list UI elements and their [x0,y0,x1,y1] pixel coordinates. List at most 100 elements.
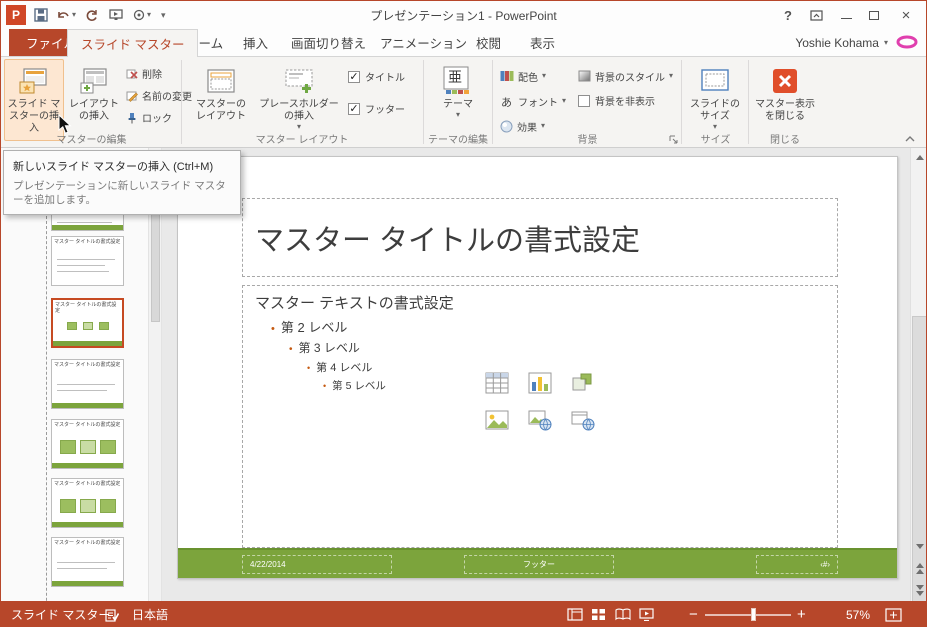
slide-thumbnail[interactable]: マスター タイトルの書式設定 [51,359,124,409]
proofing-button[interactable] [105,601,119,626]
previous-slide-button[interactable] [911,560,926,577]
slide-thumbnail[interactable]: マスター タイトルの書式設定 [51,236,124,286]
insert-chart-icon[interactable] [527,370,553,396]
maximize-button[interactable] [860,1,888,29]
zoom-slider-thumb[interactable] [751,608,756,621]
insert-placeholder-button[interactable]: プレースホルダーの挿入 ▾ [256,59,342,141]
zoom-out-button[interactable]: − [689,601,698,626]
slide-thumbnail[interactable]: マスター タイトルの書式設定 [51,419,124,469]
title-checkbox-label: タイトル [365,73,405,84]
slide-thumbnail[interactable]: マスター タイトルの書式設定 [51,537,124,587]
footer-placeholder[interactable]: フッター [464,555,614,574]
content-placeholder-icons [484,370,596,433]
ribbon-display-options-button[interactable] [802,1,830,29]
colors-icon [500,71,514,81]
chevron-down-icon: ▾ [542,71,547,80]
thumbnail-content-chip [100,499,116,513]
minimize-button[interactable] [832,1,860,29]
themes-button[interactable]: 亜 テーマ ▾ [429,59,487,141]
insert-online-picture-icon[interactable] [527,407,553,433]
scroll-down-button[interactable] [911,538,926,555]
ribbon: スライド マスターの挿入 レイアウトの挿入 削除 名前の変更 ロック マスターの… [1,56,926,148]
insert-slide-master-button[interactable]: スライド マスターの挿入 [4,59,64,141]
scrollbar-thumb[interactable] [912,316,926,626]
slide-thumbnail-pane: マスター タイトルの書式設定 マスター タイトルの書式設定 マスター タイトルの… [1,148,148,626]
group-separator [748,60,749,144]
close-button[interactable]: × [892,1,920,29]
thumbnail-line [57,265,105,266]
close-master-view-label: マスター表示を閉じる [755,99,815,122]
collapse-ribbon-button[interactable] [904,135,916,143]
zoom-slider-track[interactable] [705,614,791,616]
ribbon-display-icon [809,9,823,21]
account-menu[interactable]: Yoshie Kohama ▾ [795,29,888,56]
chevron-down-icon: ▾ [562,96,567,105]
tab-review[interactable]: 校閲 [463,29,514,56]
tab-view[interactable]: 表示 [517,29,568,56]
theme-fonts-button[interactable]: あ フォント ▾ [500,90,566,112]
zoom-in-button[interactable]: + [797,601,806,626]
chevron-down-icon: ▾ [455,110,460,119]
language-indicator[interactable]: 日本語 [132,601,168,626]
tab-slide-master[interactable]: スライド マスター [67,29,199,57]
footer-checkbox[interactable]: ✓ フッター [348,101,405,116]
body-placeholder[interactable]: マスター テキストの書式設定 • 第 2 レベル • 第 3 レベル • 第 4… [242,285,838,548]
svg-text:亜: 亜 [448,69,462,85]
title-placeholder[interactable]: マスター タイトルの書式設定 [242,198,838,277]
thumbnail-label: マスター タイトルの書式設定 [54,239,121,245]
slide-sorter-view-button[interactable] [591,601,606,626]
normal-view-icon [567,608,583,621]
group-edit-theme: 亜 テーマ ▾ テーマの編集 [425,57,491,147]
insert-table-icon[interactable] [484,370,510,396]
slide-thumbnail[interactable]: マスター タイトルの書式設定 [51,478,124,528]
vertical-scrollbar[interactable] [910,148,926,626]
slide-number-placeholder[interactable]: ‹#› [756,555,838,574]
date-placeholder[interactable]: 4/22/2014 [242,555,392,574]
footer-text: フッター [523,560,555,569]
reading-view-button[interactable] [615,601,631,626]
tab-transitions[interactable]: 画面切り替え [278,29,379,56]
thumbnail-line [57,259,115,260]
thumbnail-line [57,384,115,385]
background-styles-button[interactable]: 背景のスタイル ▾ [578,65,673,87]
insert-smartart-icon[interactable] [570,370,596,396]
title-checkbox[interactable]: ✓ タイトル [348,69,405,84]
thumbnail-label: マスター タイトルの書式設定 [54,540,121,546]
account-name: Yoshie Kohama [795,35,879,50]
master-layout-button[interactable]: マスターのレイアウト [190,59,252,141]
tab-insert[interactable]: 挿入 [230,29,281,56]
view-name-indicator[interactable]: スライド マスター [11,601,110,626]
hide-background-label: 背景を非表示 [595,97,655,108]
scroll-up-button[interactable] [911,149,926,166]
thumbnail-label: マスター タイトルの書式設定 [54,362,121,368]
fit-slide-to-window-button[interactable] [885,601,902,626]
insert-video-icon[interactable] [570,407,596,433]
help-button[interactable]: ? [774,1,802,29]
preserve-button[interactable]: ロック [123,107,175,128]
group-label-close: 閉じる [770,135,800,146]
status-bar: スライド マスター 日本語 − + 57% [1,601,926,626]
reading-view-icon [615,608,631,621]
delete-button[interactable]: 削除 [123,63,165,84]
slide-thumbnail-selected[interactable]: マスター タイトルの書式設定 [51,298,124,348]
insert-picture-icon[interactable] [484,407,510,433]
slideshow-view-button[interactable] [639,601,654,626]
slide-size-button[interactable]: スライドのサイズ ▾ [685,59,745,141]
normal-view-button[interactable] [567,601,583,626]
thumbnail-pane-scrollbar[interactable] [148,148,162,601]
next-slide-button[interactable] [911,582,926,599]
insert-placeholder-label: プレースホルダーの挿入 [259,99,339,122]
fit-to-window-icon [885,607,902,622]
hide-background-checkbox[interactable]: 背景を非表示 [578,93,655,108]
theme-colors-button[interactable]: 配色 ▾ [500,65,546,87]
minimize-icon [840,17,852,19]
close-master-view-button[interactable]: マスター表示を閉じる [753,59,817,141]
group-label-edit-master: マスターの編集 [56,135,127,146]
insert-layout-button[interactable]: レイアウトの挿入 [66,59,122,141]
group-size: スライドのサイズ ▾ サイズ [683,57,748,147]
slide-master-canvas[interactable]: マスター タイトルの書式設定 マスター テキストの書式設定 • 第 2 レベル … [177,156,898,579]
zoom-level[interactable]: 57% [846,601,870,626]
body-level5-text: 第 5 レベル [332,380,386,392]
group-separator [681,60,682,144]
background-dialog-launcher[interactable] [669,135,679,145]
